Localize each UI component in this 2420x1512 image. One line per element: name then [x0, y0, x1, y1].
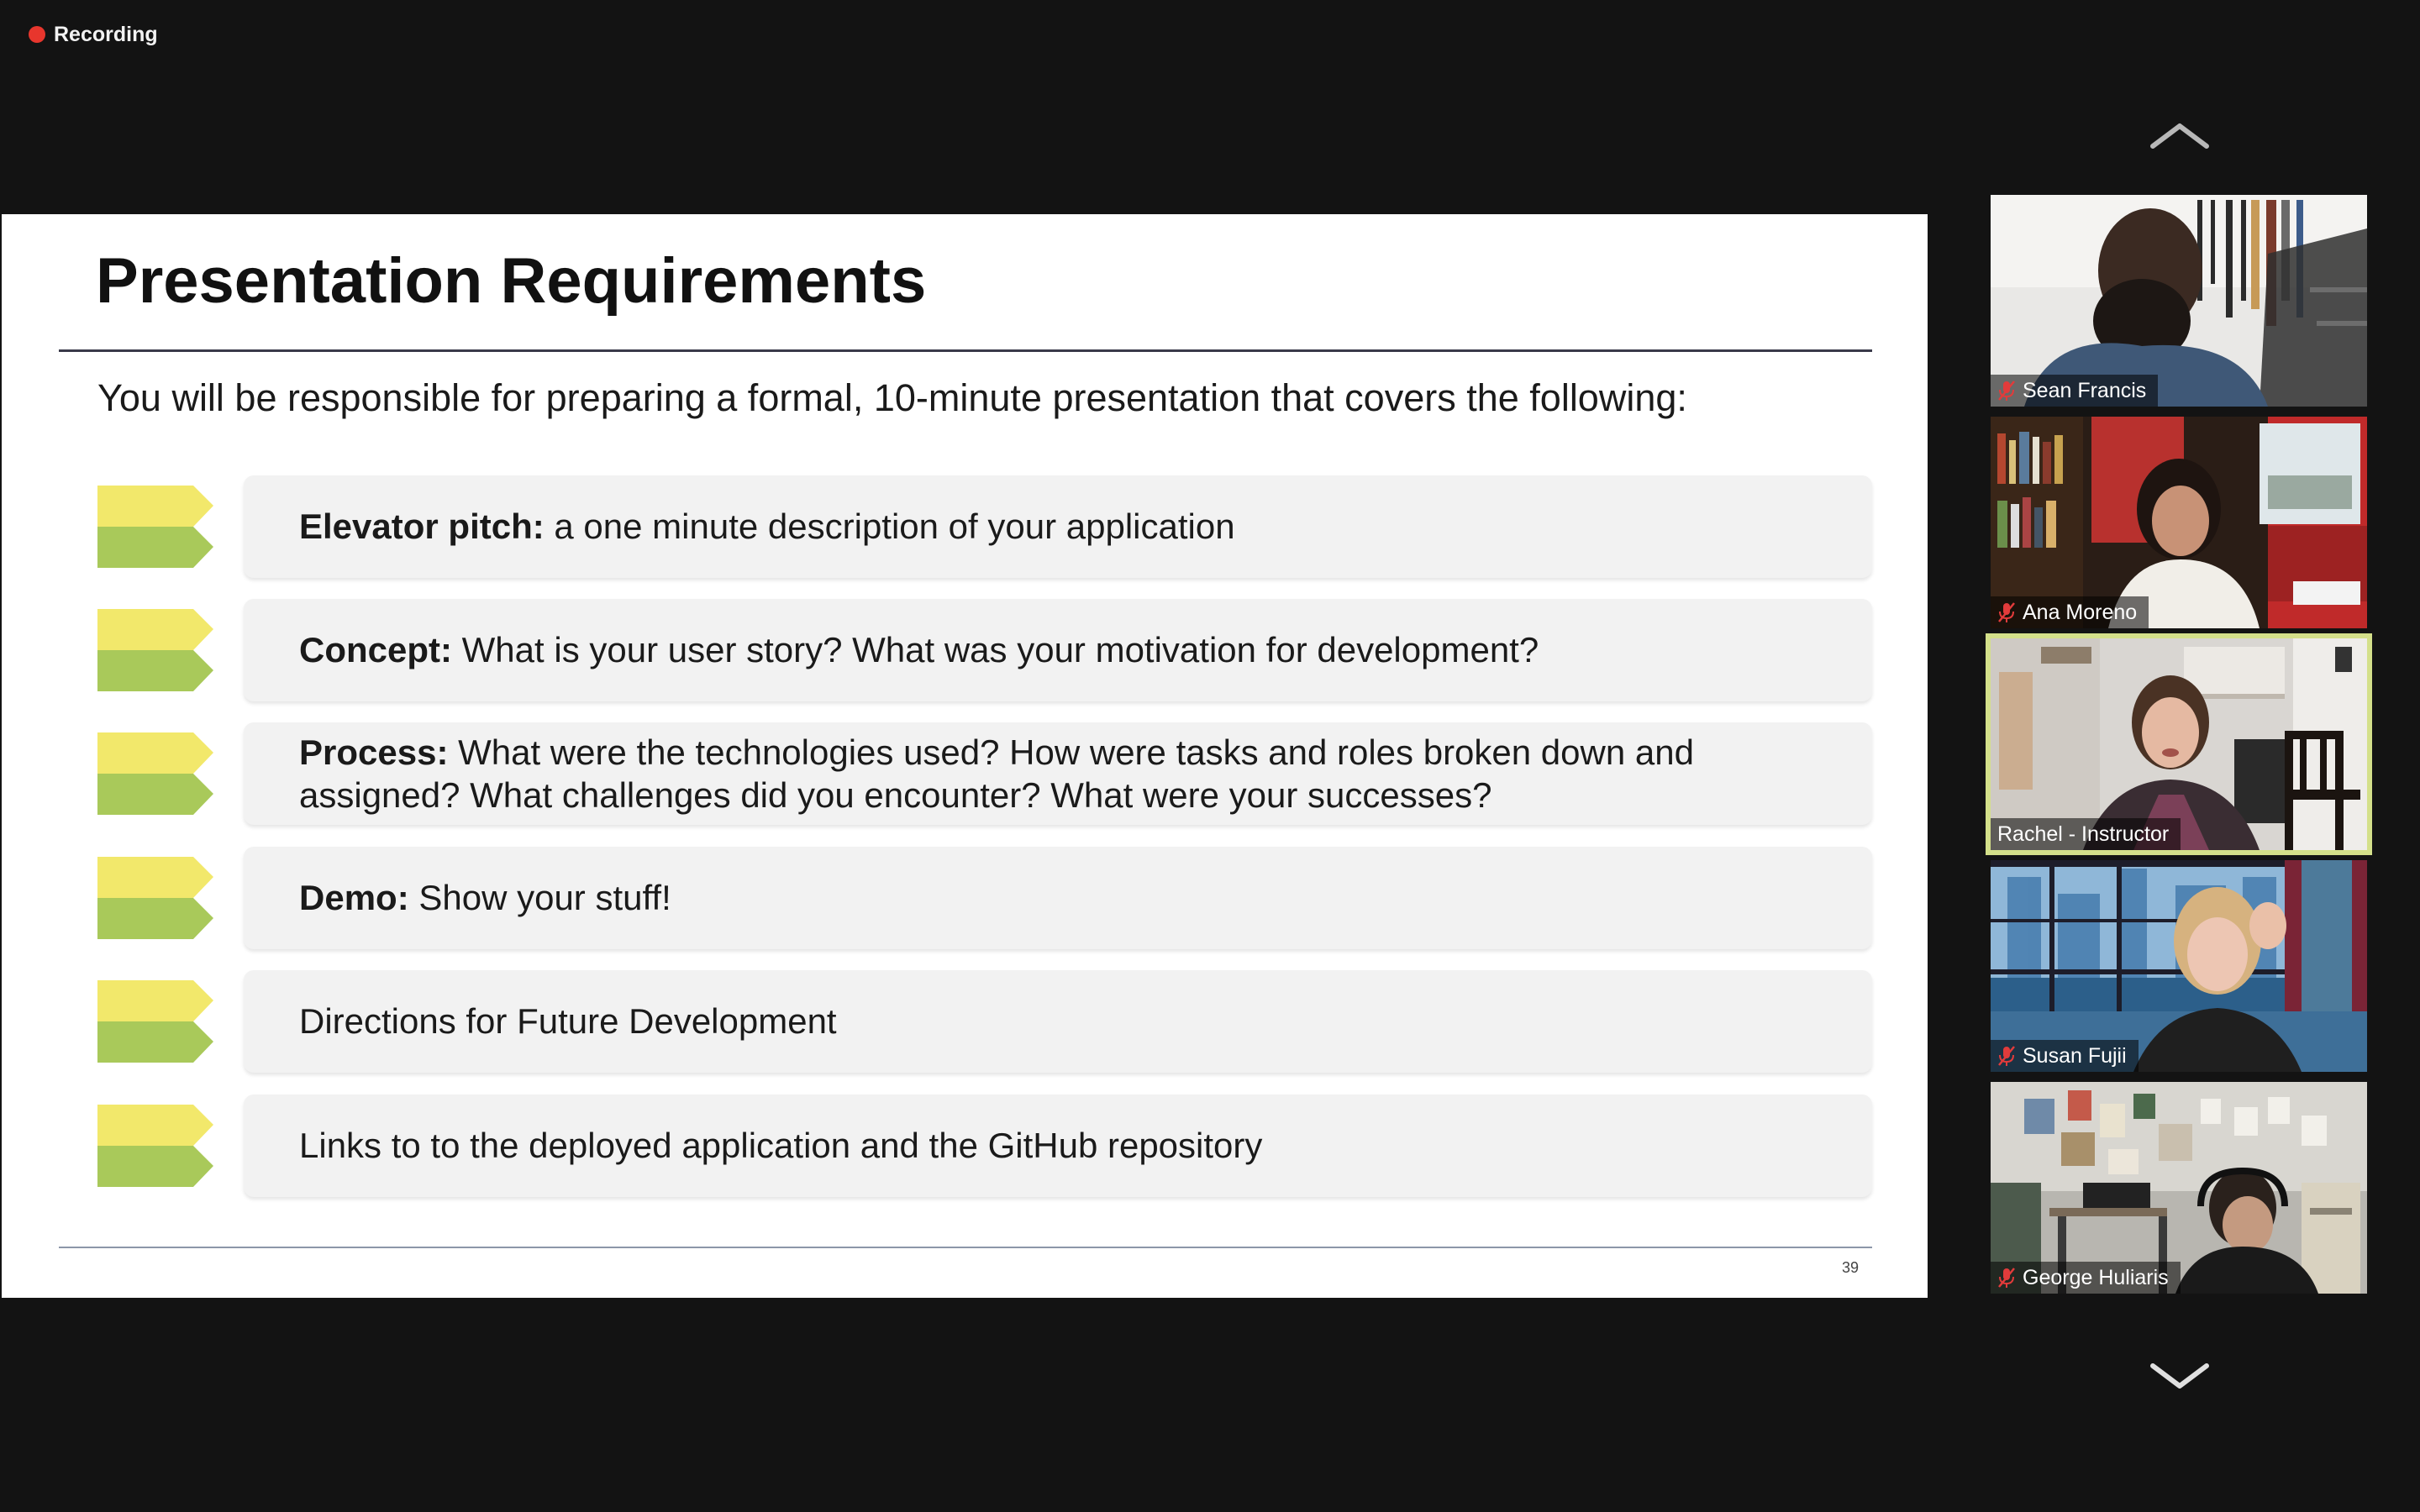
requirement-item: Concept: What is your user story? What w…: [97, 599, 1872, 701]
requirement-body: a one minute description of your applica…: [544, 507, 1235, 547]
requirement-card: Links to to the deployed application and…: [244, 1095, 1872, 1197]
chevron-up-icon[interactable]: [2149, 119, 2210, 153]
requirement-body: What is your user story? What was your m…: [452, 630, 1539, 670]
requirement-item: Demo: Show your stuff!: [97, 847, 1872, 949]
meeting-window: Recording Presentation Requirements You …: [0, 0, 2420, 1512]
requirement-card: Demo: Show your stuff!: [244, 847, 1872, 949]
chevron-down-icon[interactable]: [2149, 1359, 2210, 1393]
requirement-card: Process: What were the technologies used…: [244, 722, 1872, 825]
slide-page-number: 39: [1842, 1259, 1860, 1276]
participant-name: Sean Francis: [2023, 378, 2147, 402]
requirement-body: Show your stuff!: [408, 878, 671, 918]
participant-name-label: Ana Moreno: [1991, 596, 2149, 628]
requirement-text: Links to to the deployed application and…: [299, 1124, 1262, 1167]
participant-video-tile[interactable]: Susan Fujii: [1991, 860, 2367, 1072]
footer-divider: [59, 1247, 1872, 1248]
participant-name: George Huliaris: [2023, 1265, 2169, 1289]
requirement-body: Links to to the deployed application and…: [299, 1126, 1263, 1166]
title-divider: [59, 349, 1872, 352]
participant-name: Rachel - Instructor: [1997, 822, 2170, 846]
recording-indicator[interactable]: Recording: [29, 22, 158, 47]
requirement-heading: Concept:: [299, 630, 452, 670]
requirement-text: Demo: Show your stuff!: [299, 876, 671, 919]
requirement-item: Directions for Future Development: [97, 970, 1872, 1073]
yellow-green-chevron-icon: [97, 732, 213, 815]
mic-muted-icon: [1998, 1046, 2015, 1066]
slide-title: Presentation Requirements: [96, 245, 927, 317]
recording-dot-icon: [29, 26, 45, 43]
requirement-text: Concept: What is your user story? What w…: [299, 628, 1539, 671]
participant-name-label: Sean Francis: [1991, 375, 2159, 407]
participant-name: Ana Moreno: [2023, 600, 2138, 624]
yellow-green-chevron-icon: [97, 857, 213, 939]
mic-muted-icon: [1998, 381, 2015, 401]
requirement-body: What were the technologies used? How wer…: [299, 732, 1694, 815]
requirement-item: Elevator pitch: a one minute description…: [97, 475, 1872, 578]
participant-name-label: Susan Fujii: [1991, 1040, 2139, 1072]
requirement-text: Elevator pitch: a one minute description…: [299, 505, 1235, 548]
requirement-item: Process: What were the technologies used…: [97, 722, 1872, 825]
requirement-card: Concept: What is your user story? What w…: [244, 599, 1872, 701]
requirement-heading: Elevator pitch:: [299, 507, 544, 547]
requirement-text: Directions for Future Development: [299, 1000, 837, 1042]
yellow-green-chevron-icon: [97, 486, 213, 568]
participant-video-tile[interactable]: George Huliaris: [1991, 1082, 2367, 1294]
participant-video-tile-active-speaker[interactable]: Rachel - Instructor: [1986, 633, 2372, 855]
participant-video-tile[interactable]: Ana Moreno: [1991, 417, 2367, 628]
participant-video-tile[interactable]: Sean Francis: [1991, 195, 2367, 407]
mic-muted-icon: [1998, 602, 2015, 622]
yellow-green-chevron-icon: [97, 609, 213, 691]
recording-label: Recording: [54, 22, 158, 46]
requirement-item: Links to to the deployed application and…: [97, 1095, 1872, 1197]
requirement-heading: Process:: [299, 732, 449, 772]
shared-screen-slide: Presentation Requirements You will be re…: [2, 214, 1928, 1298]
yellow-green-chevron-icon: [97, 1105, 213, 1187]
requirement-body: Directions for Future Development: [299, 1001, 837, 1042]
requirement-card: Directions for Future Development: [244, 970, 1872, 1073]
mic-muted-icon: [1998, 1268, 2015, 1288]
requirement-heading: Demo:: [299, 878, 409, 918]
requirement-card: Elevator pitch: a one minute description…: [244, 475, 1872, 578]
participant-name-label: Rachel - Instructor: [1991, 818, 2181, 850]
participant-name: Susan Fujii: [2023, 1043, 2127, 1068]
requirement-text: Process: What were the technologies used…: [299, 731, 1839, 816]
participant-name-label: George Huliaris: [1991, 1262, 2181, 1294]
yellow-green-chevron-icon: [97, 980, 213, 1063]
slide-intro: You will be responsible for preparing a …: [97, 376, 1687, 419]
